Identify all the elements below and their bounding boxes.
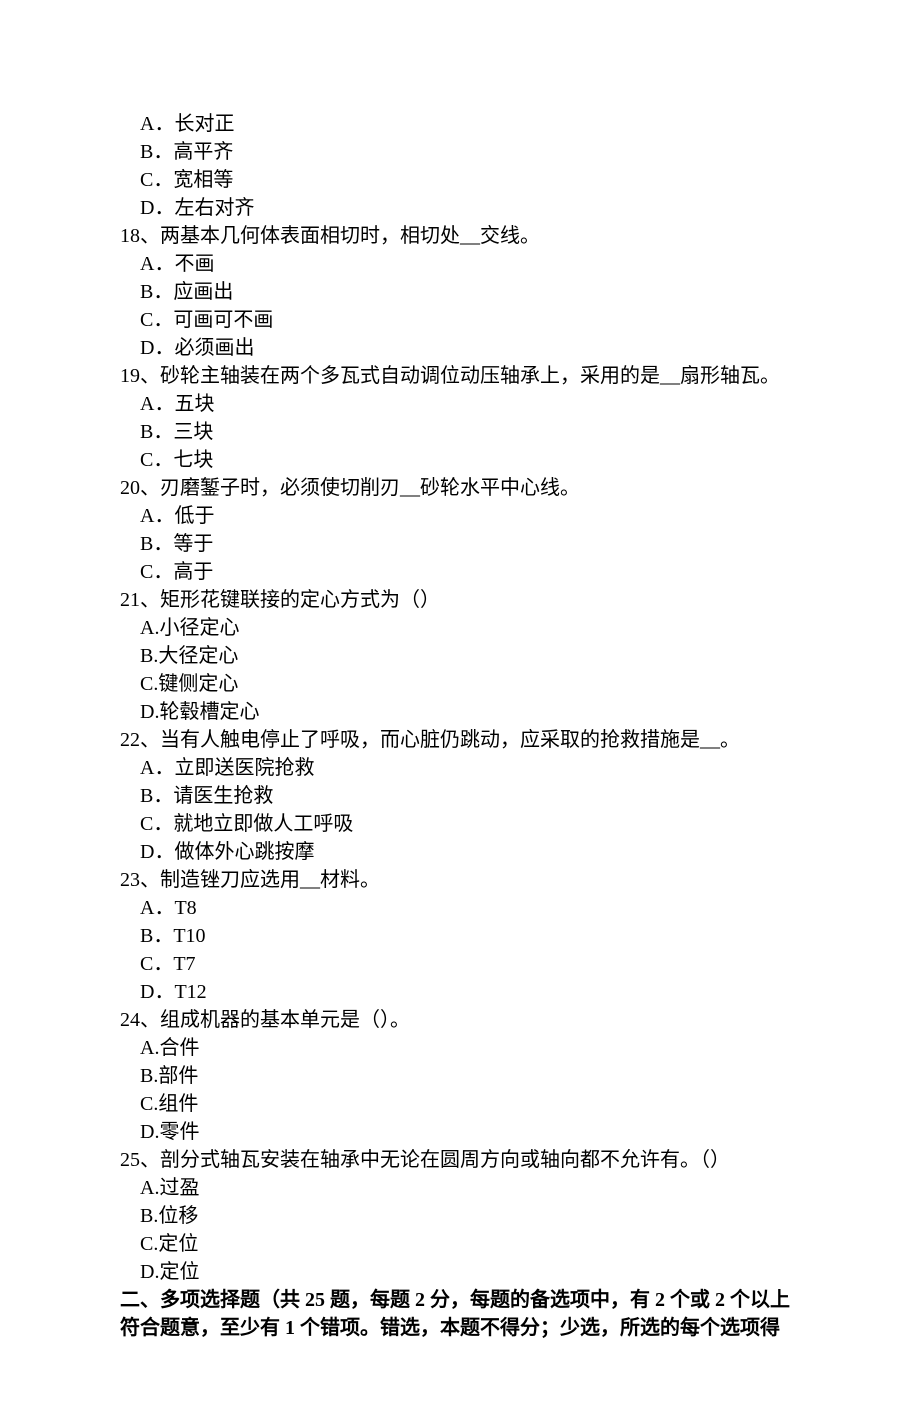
option: D．做体外心跳按摩 <box>120 838 800 866</box>
question-text: 24、组成机器的基本单元是（）。 <box>120 1006 800 1034</box>
option: C.键侧定心 <box>120 670 800 698</box>
option: B.部件 <box>120 1062 800 1090</box>
option: B.位移 <box>120 1202 800 1230</box>
document-page: A．长对正B．高平齐C．宽相等D．左右对齐18、两基本几何体表面相切时，相切处_… <box>0 0 920 1402</box>
option: A．立即送医院抢救 <box>120 754 800 782</box>
question-text: 20、刃磨錾子时，必须使切削刃__砂轮水平中心线。 <box>120 474 800 502</box>
option: C．就地立即做人工呼吸 <box>120 810 800 838</box>
option: A.合件 <box>120 1034 800 1062</box>
option: A.过盈 <box>120 1174 800 1202</box>
question-text: 22、当有人触电停止了呼吸，而心脏仍跳动，应采取的抢救措施是__。 <box>120 726 800 754</box>
option: B．请医生抢救 <box>120 782 800 810</box>
question-text: 25、剖分式轴瓦安装在轴承中无论在圆周方向或轴向都不允许有。（） <box>120 1146 800 1174</box>
question-text: 18、两基本几何体表面相切时，相切处__交线。 <box>120 222 800 250</box>
option: D．T12 <box>120 978 800 1006</box>
option: B．高平齐 <box>120 138 800 166</box>
option: B．等于 <box>120 530 800 558</box>
option: D．必须画出 <box>120 334 800 362</box>
option: C．七块 <box>120 446 800 474</box>
option: B．三块 <box>120 418 800 446</box>
option: A．低于 <box>120 502 800 530</box>
option: A．五块 <box>120 390 800 418</box>
option: C．T7 <box>120 950 800 978</box>
option: C．宽相等 <box>120 166 800 194</box>
section-header: 二、多项选择题（共 25 题，每题 2 分，每题的备选项中，有 2 个或 2 个… <box>120 1286 800 1342</box>
option: D.轮毂槽定心 <box>120 698 800 726</box>
option: A．长对正 <box>120 110 800 138</box>
option: B.大径定心 <box>120 642 800 670</box>
option: C.定位 <box>120 1230 800 1258</box>
option: A．T8 <box>120 894 800 922</box>
option: D.定位 <box>120 1258 800 1286</box>
option: C.组件 <box>120 1090 800 1118</box>
option: C．可画可不画 <box>120 306 800 334</box>
option: A.小径定心 <box>120 614 800 642</box>
option: B．应画出 <box>120 278 800 306</box>
option: A．不画 <box>120 250 800 278</box>
question-text: 21、矩形花键联接的定心方式为（） <box>120 586 800 614</box>
option: D.零件 <box>120 1118 800 1146</box>
question-text: 23、制造锉刀应选用__材料。 <box>120 866 800 894</box>
option: C．高于 <box>120 558 800 586</box>
option: D．左右对齐 <box>120 194 800 222</box>
option: B．T10 <box>120 922 800 950</box>
question-text: 19、砂轮主轴装在两个多瓦式自动调位动压轴承上，采用的是__扇形轴瓦。 <box>120 362 800 390</box>
